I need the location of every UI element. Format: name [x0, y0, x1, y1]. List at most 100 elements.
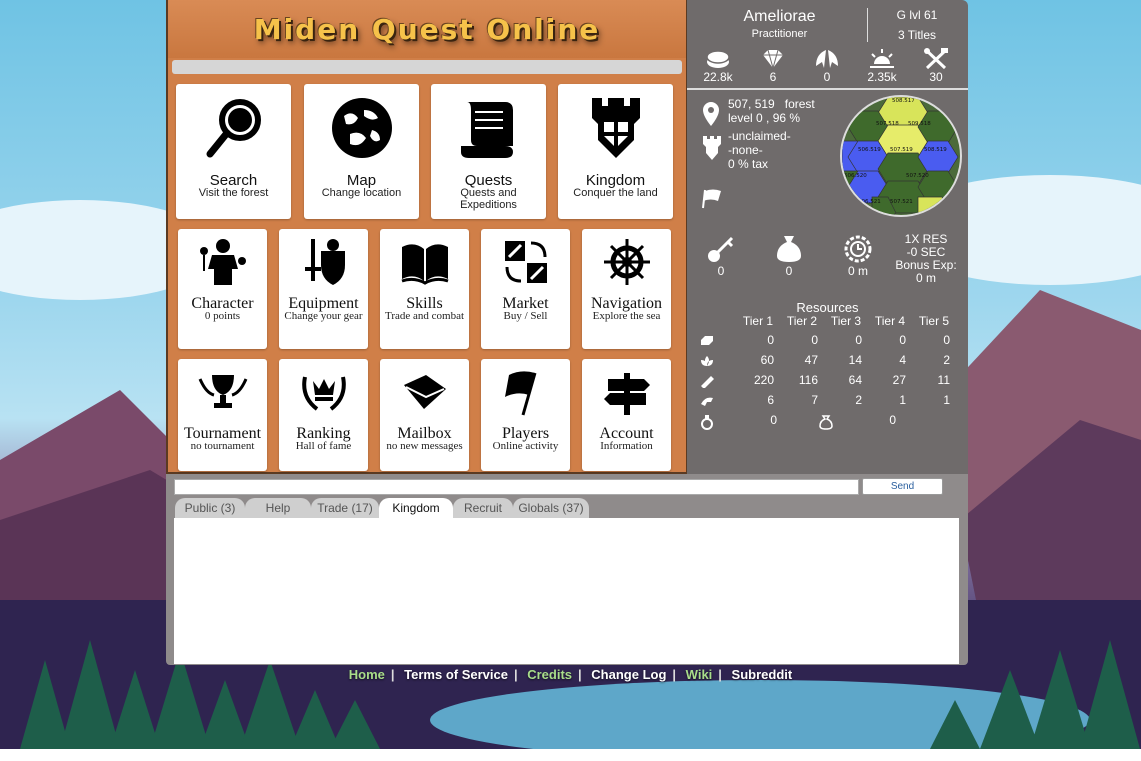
tile-subtitle: Online activity [492, 440, 559, 452]
title-banner: Miden Quest Online [168, 0, 686, 58]
tools-stat: 30 [914, 48, 958, 84]
character-icon [199, 239, 246, 285]
footer-link-changelog[interactable]: Change Log [591, 667, 666, 682]
chat-input[interactable] [174, 479, 859, 495]
flag-icon [504, 371, 536, 416]
ship-wheel-icon [603, 239, 650, 285]
character-tile[interactable]: Character 0 points [178, 229, 267, 349]
tax-status: 0 % tax [728, 157, 769, 171]
main-menu-panel: Miden Quest Online Search Visit the fore… [166, 0, 688, 474]
divider: | [718, 667, 722, 682]
tier-header: Tier 2 [786, 314, 818, 328]
tab-trade[interactable]: Trade (17) [311, 498, 379, 518]
minimap-label: 507.521 [890, 199, 913, 205]
resource-value: 4 [899, 353, 906, 367]
counter-value: 0 [785, 264, 793, 278]
divider: | [390, 667, 395, 682]
divider [687, 88, 968, 90]
key-icon [708, 236, 734, 262]
player-status-panel: Ameliorae Practitioner G lvl 61 3 Titles… [687, 0, 968, 474]
map-tile[interactable]: Map Change location [304, 84, 419, 219]
tab-globals[interactable]: Globals (37) [513, 498, 589, 518]
equipment-tile[interactable]: Equipment Change your gear [279, 229, 368, 349]
tile-subtitle: Conquer the land [573, 187, 658, 199]
ingot-icon [701, 336, 713, 345]
counter-value: 0 [717, 264, 725, 278]
player-name[interactable]: Ameliorae [687, 8, 872, 26]
keys-counter: 0 [699, 234, 743, 278]
leather-icon [701, 397, 713, 406]
book-icon [401, 244, 448, 285]
feather-wings-icon [816, 50, 838, 68]
navigation-tile[interactable]: Navigation Explore the sea [582, 229, 671, 349]
stat-value: 6 [769, 70, 777, 84]
ranking-tile[interactable]: Ranking Hall of fame [279, 359, 368, 471]
tile-subtitle: Visit the forest [198, 187, 269, 199]
resource-value: 116 [798, 373, 818, 387]
footer-nav: Home | Terms of Service | Credits | Change … [0, 667, 1141, 682]
claim-status: -unclaimed- [728, 129, 791, 143]
globe-icon [331, 98, 392, 158]
player-titles[interactable]: 3 Titles [872, 28, 962, 42]
resource-value: 2 [855, 393, 862, 407]
resource-value: 27 [892, 373, 906, 387]
bag-counter: 0 [767, 234, 811, 278]
account-tile[interactable]: Account Information [582, 359, 671, 471]
players-tile[interactable]: Players Online activity [481, 359, 570, 471]
footer-link-subreddit[interactable]: Subreddit [732, 667, 793, 682]
resource-value: 2 [943, 353, 950, 367]
sword-shield-icon [304, 239, 345, 285]
tier-header: Tier 1 [742, 314, 774, 328]
tab-help[interactable]: Help [245, 498, 311, 518]
footer-link-home[interactable]: Home [349, 667, 385, 682]
send-button[interactable]: Send [862, 478, 943, 495]
minimap-label: 506.520 [844, 173, 867, 179]
minimap[interactable]: 508.517 507.518 509.518 506.519 507.519 … [840, 95, 962, 217]
scroll-icon [460, 102, 513, 158]
kingdom-tile[interactable]: Kingdom Conquer the land [558, 84, 673, 219]
resource-value: 64 [848, 373, 862, 387]
gold-stat: 22.8k [696, 48, 740, 84]
bonus-exp-value: 0 m [915, 271, 936, 285]
market-tile[interactable]: Market Buy / Sell [481, 229, 570, 349]
tab-public[interactable]: Public (3) [175, 498, 245, 518]
mailbox-tile[interactable]: Mailbox no new messages [380, 359, 469, 471]
resource-value: 0 [855, 333, 862, 347]
tab-kingdom[interactable]: Kingdom [379, 498, 453, 518]
resource-value: 0 [767, 333, 774, 347]
tab-recruit[interactable]: Recruit [453, 498, 513, 518]
game-title: Miden Quest Online [253, 12, 601, 46]
quests-tile[interactable]: Quests Quests and Expeditions [431, 84, 546, 219]
owner-status: -none- [728, 143, 763, 157]
tile-subtitle: Information [600, 440, 653, 452]
action-progress-bar [172, 60, 682, 74]
resource-value: 0 [943, 333, 950, 347]
footer-link-terms[interactable]: Terms of Service [404, 667, 508, 682]
tile-subtitle: 0 points [204, 310, 241, 322]
tournament-tile[interactable]: Tournament no tournament [178, 359, 267, 471]
tile-subtitle: Change your gear [284, 310, 363, 322]
bonus-box: 1X RES -0 SEC Bonus Exp: 0 m [887, 233, 965, 285]
search-tile[interactable]: Search Visit the forest [176, 84, 291, 219]
counter-value: 0 m [847, 264, 868, 278]
footer-link-wiki[interactable]: Wiki [686, 667, 713, 682]
chat-messages-area[interactable] [174, 518, 959, 664]
minimap-label: 508.519 [924, 147, 947, 153]
tile-subtitle: Hall of fame [295, 440, 352, 452]
resource-value: 0 [770, 413, 777, 427]
tier-header: Tier 4 [874, 314, 906, 328]
player-rank: Practitioner [751, 28, 808, 40]
minimap-label: 507.520 [906, 173, 929, 179]
minimap-label: 509.518 [908, 121, 931, 127]
resource-value: 7 [811, 393, 818, 407]
tile-subtitle: Buy / Sell [503, 310, 548, 322]
divider: | [578, 667, 582, 682]
flag-action-icon[interactable] [701, 188, 723, 210]
location-line: 507, 519 forest [728, 97, 815, 111]
skills-tile[interactable]: Skills Trade and combat [380, 229, 469, 349]
gem-bag-icon [819, 415, 833, 430]
tier-header: Tier 5 [918, 314, 950, 328]
footer-link-credits[interactable]: Credits [527, 667, 572, 682]
resource-value: 6 [767, 393, 774, 407]
magnifier-icon [206, 99, 261, 158]
